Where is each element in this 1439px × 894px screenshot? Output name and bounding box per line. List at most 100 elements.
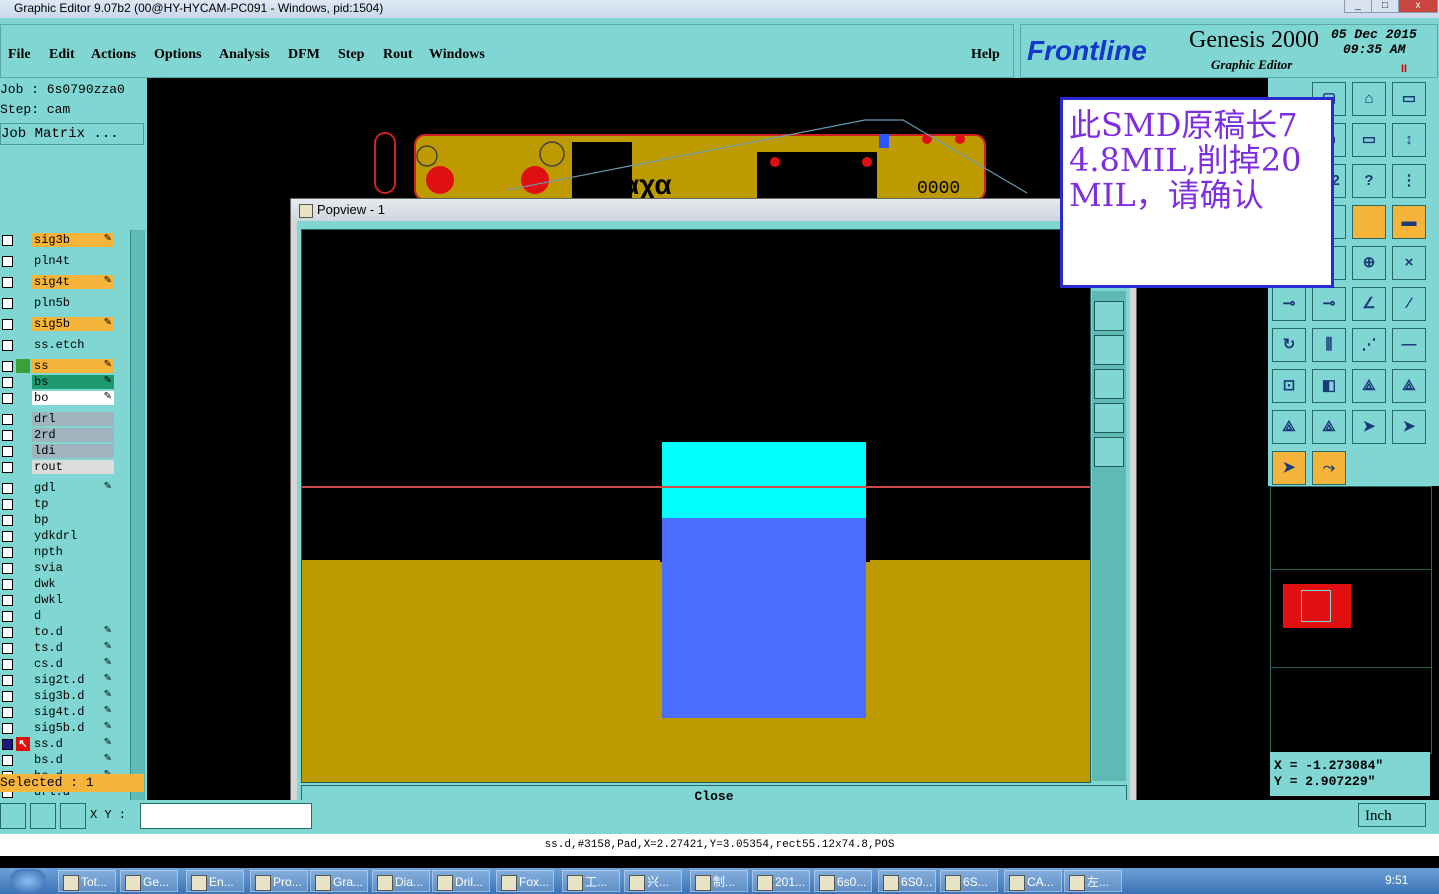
layer-row-drl[interactable]: drl <box>0 412 130 426</box>
layer-row-rout[interactable]: rout <box>0 460 130 474</box>
angle-icon[interactable]: ∠ <box>1352 287 1386 321</box>
taskbar-item[interactable]: 制... <box>690 870 748 892</box>
taskbar-item[interactable]: Tot... <box>58 870 116 892</box>
resize-icon[interactable]: ⊡ <box>1272 369 1306 403</box>
taskbar-item[interactable]: 兴... <box>624 870 682 892</box>
layer-row-sig5b[interactable]: sig5b ✎ <box>0 317 130 331</box>
path-icon[interactable]: ⤳ <box>1312 451 1346 485</box>
popview-tool-4[interactable] <box>1094 403 1124 433</box>
layer-checkbox[interactable] <box>2 547 13 558</box>
layer-checkbox[interactable] <box>2 531 13 542</box>
layer-checkbox[interactable] <box>2 430 13 441</box>
layer-checkbox[interactable] <box>2 627 13 638</box>
layer-row-ss-etch[interactable]: ss.etch <box>0 338 130 352</box>
layer-checkbox[interactable] <box>2 755 13 766</box>
layer-row-ldi[interactable]: ldi <box>0 444 130 458</box>
layer-checkbox[interactable] <box>2 483 13 494</box>
layer-checkbox[interactable] <box>2 361 13 372</box>
menu-help[interactable]: Help <box>971 47 1000 63</box>
layer-checkbox[interactable] <box>2 393 13 404</box>
layer-row-2rd[interactable]: 2rd <box>0 428 130 442</box>
layer-row-sig4t-d[interactable]: sig4t.d ✎ <box>0 705 130 719</box>
layer-checkbox[interactable] <box>2 446 13 457</box>
hline-icon[interactable]: — <box>1392 328 1426 362</box>
menu-options[interactable]: Options <box>154 47 201 63</box>
ruler-icon[interactable]: ▬ <box>1392 205 1426 239</box>
xy-input[interactable] <box>140 803 312 829</box>
line-icon[interactable]: ∕ <box>1392 287 1426 321</box>
close-window-button[interactable]: x <box>1398 0 1438 13</box>
popview-canvas[interactable] <box>301 229 1091 783</box>
layer-checkbox[interactable] <box>2 659 13 670</box>
taskbar-clock[interactable]: 9:51 <box>1385 873 1408 887</box>
net-icon[interactable]: ⊕ <box>1352 246 1386 280</box>
popview-tool-5[interactable] <box>1094 437 1124 467</box>
layer-checkbox[interactable] <box>2 643 13 654</box>
connect-alt-icon[interactable]: ⊸ <box>1312 287 1346 321</box>
taskbar-item[interactable]: CA... <box>1004 870 1062 892</box>
rotate-icon[interactable]: ↻ <box>1272 328 1306 362</box>
layer-checkbox[interactable] <box>2 723 13 734</box>
layer-row-sig5b-d[interactable]: sig5b.d ✎ <box>0 721 130 735</box>
popview-tool-1[interactable] <box>1094 301 1124 331</box>
taskbar-item[interactable]: Dril... <box>432 870 490 892</box>
taskbar-item[interactable]: 201... <box>752 870 810 892</box>
layer-row-sig2t-d[interactable]: sig2t.d ✎ <box>0 673 130 687</box>
popview-tool-3[interactable] <box>1094 369 1124 399</box>
layer-checkbox[interactable] <box>2 515 13 526</box>
zoom-area-icon[interactable] <box>0 803 26 829</box>
layer-row-tp[interactable]: tp <box>0 497 130 511</box>
taskbar-item[interactable]: En... <box>186 870 244 892</box>
minimize-button[interactable]: _ <box>1344 0 1372 13</box>
measure-icon[interactable] <box>30 803 56 829</box>
fit-icon[interactable]: ▭ <box>1392 82 1426 116</box>
menu-analysis[interactable]: Analysis <box>219 47 270 63</box>
layer-checkbox[interactable] <box>2 277 13 288</box>
grid-icon[interactable] <box>60 803 86 829</box>
layer-row-gdl[interactable]: gdl ✎ <box>0 481 130 495</box>
home-alt-icon[interactable]: ⌂ <box>1352 82 1386 116</box>
layer-row-pln4t[interactable]: pln4t <box>0 254 130 268</box>
mode-c-icon[interactable]: ⟁ <box>1272 410 1306 444</box>
layer-row-sig4t[interactable]: sig4t ✎ <box>0 275 130 289</box>
layer-row-d[interactable]: d <box>0 609 130 623</box>
menu-file[interactable]: File <box>8 47 31 63</box>
layer-checkbox[interactable] <box>2 298 13 309</box>
select-edge-icon[interactable]: ➤ <box>1272 451 1306 485</box>
s-icon[interactable]: ▭ <box>1352 123 1386 157</box>
layer-checkbox[interactable] <box>2 579 13 590</box>
layer-row-bs[interactable]: bs ✎ <box>0 375 130 389</box>
layer-checkbox[interactable] <box>2 691 13 702</box>
layer-checkbox[interactable] <box>2 611 13 622</box>
layer-checkbox[interactable] <box>2 340 13 351</box>
layer-row-sig3b-d[interactable]: sig3b.d ✎ <box>0 689 130 703</box>
menu-actions[interactable]: Actions <box>91 47 136 63</box>
layer-row-cs-d[interactable]: cs.d ✎ <box>0 657 130 671</box>
snap-icon[interactable]: ⋰ <box>1352 328 1386 362</box>
layer-checkbox[interactable] <box>2 595 13 606</box>
taskbar-item[interactable]: 6S... <box>940 870 998 892</box>
layer-checkbox[interactable] <box>2 414 13 425</box>
layer-checkbox[interactable] <box>2 739 13 750</box>
mini-view[interactable] <box>1270 486 1432 754</box>
layer-row-sig3b[interactable]: sig3b ✎ <box>0 233 130 247</box>
mode-b-icon[interactable]: ⟁ <box>1392 369 1426 403</box>
layer-checkbox[interactable] <box>2 377 13 388</box>
layer-checkbox[interactable] <box>2 563 13 574</box>
taskbar-item[interactable]: 6S0... <box>878 870 936 892</box>
mode-d-icon[interactable]: ⟁ <box>1312 410 1346 444</box>
layer-row-ts-d[interactable]: ts.d ✎ <box>0 641 130 655</box>
select-alt-icon[interactable]: ➤ <box>1392 410 1426 444</box>
layer-row-dwkl[interactable]: dwkl <box>0 593 130 607</box>
layer-row-ss[interactable]: ss ✎ <box>0 359 130 373</box>
taskbar-item[interactable]: Ge... <box>120 870 178 892</box>
taskbar-item[interactable]: 左... <box>1064 870 1122 892</box>
taskbar-item[interactable]: Fox... <box>496 870 554 892</box>
menu-windows[interactable]: Windows <box>429 47 485 63</box>
layer-checkbox[interactable] <box>2 319 13 330</box>
menu-rout[interactable]: Rout <box>383 47 413 63</box>
layer-row-to-d[interactable]: to.d ✎ <box>0 625 130 639</box>
taskbar-item[interactable]: 工... <box>562 870 620 892</box>
layer-row-npth[interactable]: npth <box>0 545 130 559</box>
menu-step[interactable]: Step <box>338 47 364 63</box>
